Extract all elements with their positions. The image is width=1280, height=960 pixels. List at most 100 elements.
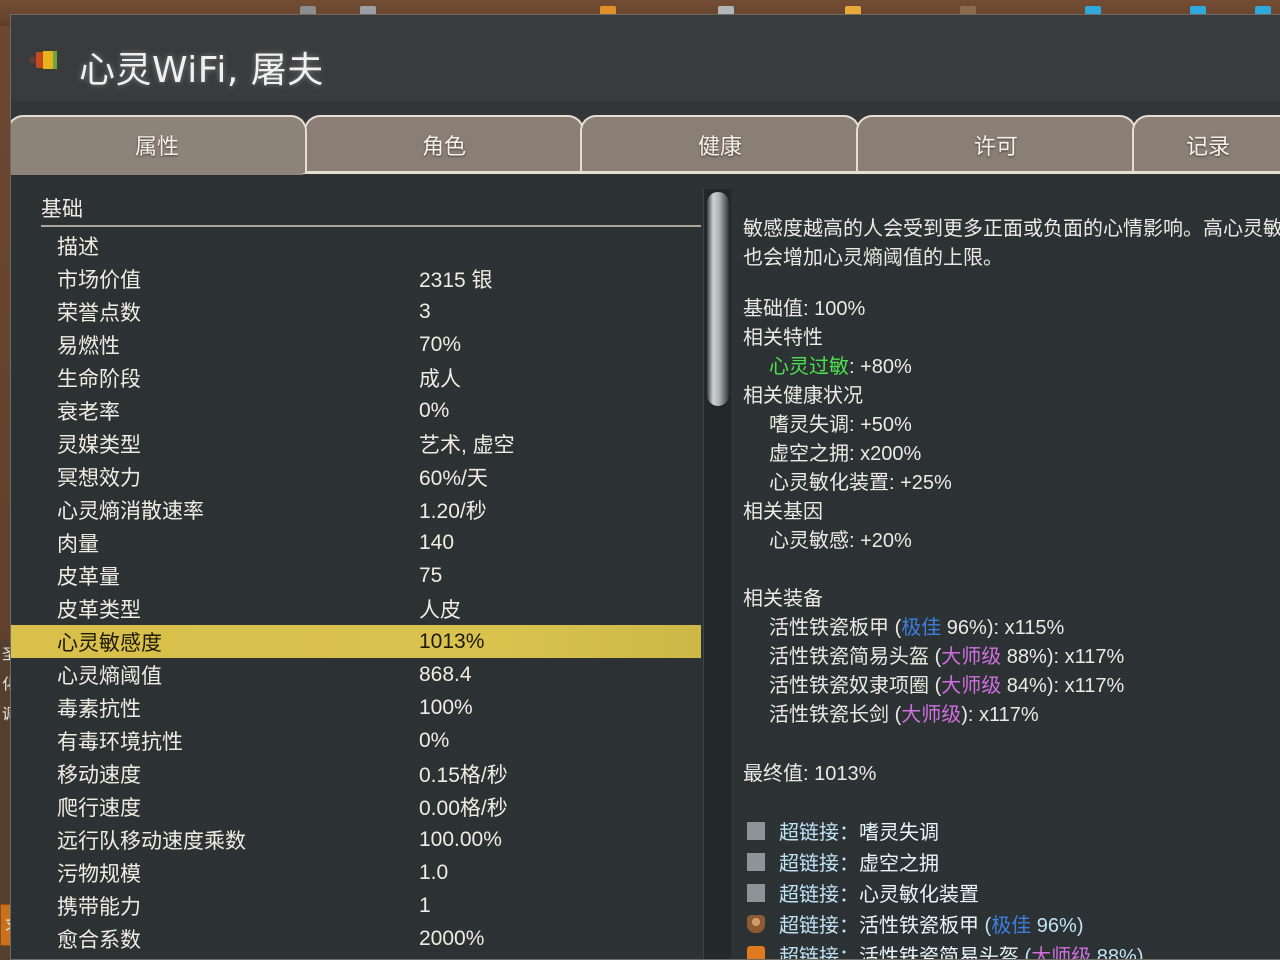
hyperlink-row[interactable]: 超链接：心灵敏化装置 [741,877,979,908]
hyperlink-prefix: 超链接： [779,853,859,875]
tab-attributes[interactable]: 属性 [11,115,307,173]
stat-label: 心灵熵消散速率 [57,499,204,523]
stat-row[interactable]: 冥想效力 60%/天 [11,460,701,493]
stat-value: 1 [419,893,431,917]
stat-row[interactable]: 皮革量 75 [11,559,701,592]
tab-label: 属性 [134,134,179,159]
stat-row[interactable]: 易燃性 70% [11,328,701,361]
stat-label: 灵媒类型 [57,433,141,457]
stat-label: 毒素抗性 [57,697,141,721]
hyperlink-quality-pct: 96% [1031,915,1077,937]
stat-description: 敏感度越高的人会受到更多正面或负面的心情影响。高心灵敏 也会增加心灵熵阈值的上限… [743,215,1280,273]
gear-quality: 大师级 [941,675,1002,697]
hyperlink-text[interactable]: 超链接：活性铁瓷板甲 (极佳 96%) [779,909,1083,938]
stat-value: 艺术, 虚空 [419,433,515,457]
stat-row[interactable]: 生命阶段 成人 [11,361,701,394]
trait-effect: : +80% [849,356,912,378]
health-effect: : +25% [889,472,952,494]
stat-row[interactable]: 爬行速度 0.00格/秒 [11,790,701,823]
stat-row[interactable]: 心灵敏感度 1013% [11,625,701,658]
stat-value: 人皮 [419,598,461,622]
stat-value: 2315 银 [419,268,493,292]
tab-permissions[interactable]: 许可 [856,115,1136,173]
tab-character[interactable]: 角色 [304,115,584,173]
stat-row[interactable]: 携带能力 1 [11,889,701,922]
base-value-label: 基础值: 100% [743,298,866,320]
stat-label: 移动速度 [57,763,141,787]
stat-label: 描述 [57,235,99,259]
armor-icon [747,914,765,933]
stat-value: 140 [419,530,455,554]
hyperlink-text[interactable]: 超链接：活性铁瓷简易头盔 (大师级 88%) [779,940,1143,959]
hyperlink-text[interactable]: 超链接：虚空之拥 [779,847,939,876]
hyperlink-row[interactable]: 超链接：嗜灵失调 [741,815,939,846]
gear-name: 活性铁瓷奴隶项圈 [769,675,929,697]
hyperlink-row[interactable]: 超链接：虚空之拥 [741,846,939,877]
tab-log[interactable]: 记录 [1132,115,1280,173]
final-value-label: 最终值: 1013% [743,763,877,785]
tab-label: 健康 [697,134,742,159]
stat-value: 60%/天 [419,466,488,490]
stat-label: 皮革量 [57,565,120,589]
hyperlink-label: 嗜灵失调 [859,822,939,844]
square-icon [747,883,765,902]
tab-health[interactable]: 健康 [580,115,860,173]
gear-effect: : x115% [993,617,1065,639]
stat-row[interactable]: 污物规模 1.0 [11,856,701,889]
gear-effect: : x117% [967,704,1039,726]
page-title: 心灵WiFi, 屠夫 [79,50,324,91]
hyperlink-text[interactable]: 超链接：心灵敏化装置 [779,878,979,907]
hyperlink-prefix: 超链接： [779,915,859,937]
hyperlink-quality: 极佳 [991,915,1032,937]
stat-row[interactable]: 荣誉点数 3 [11,295,701,328]
hyperlink-text[interactable]: 超链接：嗜灵失调 [779,816,939,845]
stat-row[interactable]: 移动速度 0.15格/秒 [11,757,701,790]
stat-value: 成人 [419,367,461,391]
stat-row[interactable]: 衰老率 0% [11,394,701,427]
stat-row[interactable]: 肉量 140 [11,526,701,559]
hyperlink-row[interactable]: 超链接：活性铁瓷板甲 (极佳 96%) [741,908,1083,939]
tab-label: 角色 [421,134,466,159]
stat-row[interactable]: 心灵熵消散速率 1.20/秒 [11,493,701,526]
trait-entry: 心灵过敏: +80% [743,350,912,379]
description-line-2: 也会增加心灵熵阈值的上限。 [743,247,1003,269]
hyperlink-row[interactable]: 超链接：活性铁瓷简易头盔 (大师级 88%) [741,939,1143,959]
stat-row[interactable]: 心灵熵阈值 868.4 [11,658,701,691]
stat-label: 携带能力 [57,895,141,919]
stat-scrollbar-thumb[interactable] [706,191,730,407]
gear-effect: : x117% [1053,646,1125,668]
gene-entry: 心灵敏感: +20% [743,524,912,553]
stat-label: 愈合系数 [57,928,141,952]
stat-row[interactable]: 市场价值 2315 银 [11,262,701,295]
hyperlink-label: 活性铁瓷板甲 [859,915,979,937]
hyperlink-prefix: 超链接： [779,946,859,959]
stat-row[interactable]: 有毒环境抗性 0% [11,724,701,757]
health-effect: : +50% [849,414,912,436]
stat-value: 1013% [419,629,485,653]
stat-row[interactable]: 皮革类型 人皮 [11,592,701,625]
description-line-1: 敏感度越高的人会受到更多正面或负面的心情影响。高心灵敏 [743,218,1280,240]
gear-quality-pct: 88% [1006,646,1047,668]
health-effect: : x200% [849,443,922,465]
stat-row[interactable]: 种族 人类 (赫血种) [11,955,701,959]
health-entry: 虚空之拥: x200% [743,437,921,466]
stat-label: 易燃性 [57,334,120,358]
stat-value: 0% [419,728,450,752]
health-entry: 心灵敏化装置: +25% [743,466,952,495]
stat-value: 100% [419,695,473,719]
stat-row[interactable]: 愈合系数 2000% [11,922,701,955]
pawn-info-dialog: 心灵WiFi, 屠夫 属性 角色 健康 许可 记录 基础 描述 市场价值 231… [10,14,1280,960]
stat-row[interactable]: 描述 [11,229,701,262]
stat-rows: 描述市场价值 2315 银荣誉点数 3 易燃性 70% 生命阶段 成人 衰老率 0% 灵媒类型 艺术… [11,229,701,959]
stat-label: 皮革类型 [57,598,141,622]
stat-label: 远行队移动速度乘数 [57,829,246,853]
stat-row[interactable]: 远行队移动速度乘数 100.00% [11,823,701,856]
stat-value: 0.15格/秒 [419,763,508,787]
stat-label: 荣誉点数 [57,301,141,325]
stat-row[interactable]: 毒素抗性 100% [11,691,701,724]
stat-row[interactable]: 灵媒类型 艺术, 虚空 [11,427,701,460]
stat-label: 心灵熵阈值 [57,664,162,688]
stat-list-pane[interactable]: 基础 描述 市场价值 2315 银荣誉点数 3 易燃性 70% 生命阶段 成人 衰老率 0% 灵媒类… [11,175,701,959]
gear-name: 活性铁瓷板甲 [769,617,889,639]
trait-name: 心灵过敏 [769,356,849,378]
